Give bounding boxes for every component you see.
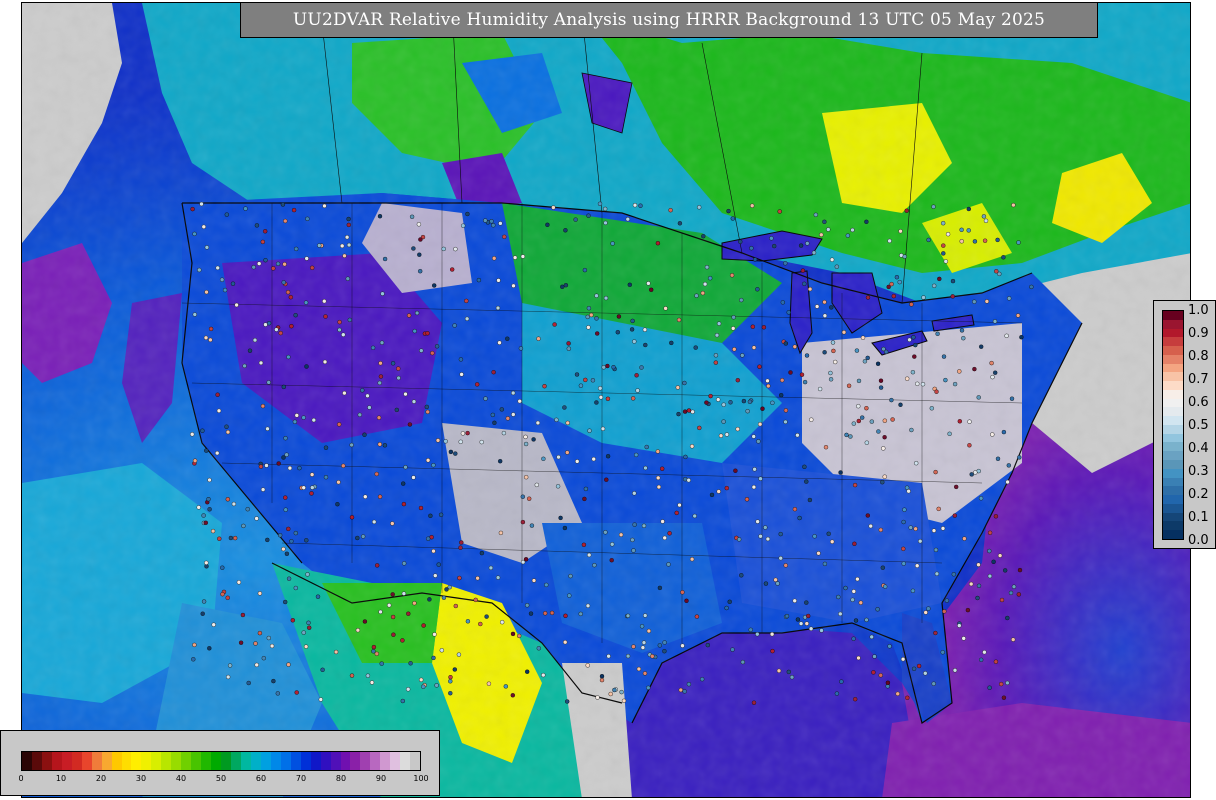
rh-colorbar-swatch — [31, 752, 42, 770]
rh-colorbar-tick: 90 — [375, 774, 387, 783]
rh-colorbar-tick: 100 — [413, 774, 429, 783]
obs-colorbar-tick: 0.9 — [1188, 326, 1209, 341]
rh-colorbar-swatch — [370, 752, 381, 770]
rh-colorbar-tick: 10 — [55, 774, 67, 783]
obs-colorbar-swatch — [1163, 477, 1183, 487]
map-canvas — [22, 3, 1190, 797]
rh-colorbar-swatch — [151, 752, 162, 770]
obs-colorbar-tick: 0.1 — [1188, 510, 1209, 525]
obs-colorbar-swatch — [1163, 346, 1183, 355]
rh-colorbar-swatch — [71, 752, 82, 770]
rh-colorbar-swatch — [161, 752, 172, 770]
rh-analysis-map — [21, 2, 1191, 798]
obs-colorbar-swatch — [1163, 311, 1183, 320]
rh-colorbar-swatch — [171, 752, 182, 770]
texture-overlay — [22, 3, 1190, 797]
rh-colorbar-swatch — [380, 752, 391, 770]
rh-colorbar-tick: 80 — [335, 774, 347, 783]
obs-colorbar-swatch — [1163, 381, 1183, 390]
obs-colorbar-swatch — [1163, 354, 1183, 364]
obs-colorbar-swatch — [1163, 460, 1183, 469]
rh-colorbar-swatch — [290, 752, 301, 770]
rh-colorbar-tick: 50 — [215, 774, 227, 783]
obs-colorbar-swatch — [1163, 363, 1183, 373]
obs-colorbar-swatch — [1163, 389, 1183, 399]
rh-colorbar-swatch — [250, 752, 261, 770]
rh-colorbar-swatch — [101, 752, 112, 770]
rh-colorbar-tick: 0 — [18, 774, 24, 783]
rh-colorbar-swatch — [201, 752, 212, 770]
obs-colorbar-swatch — [1163, 319, 1183, 329]
rh-colorbar-swatch — [211, 752, 222, 770]
obs-colorbar-tick: 0.8 — [1188, 349, 1209, 364]
rh-colorbar-swatch — [221, 752, 232, 770]
obs-colorbar-tick: 0.2 — [1188, 487, 1209, 502]
rh-colorbar-swatch — [340, 752, 351, 770]
rh-colorbar-swatch — [310, 752, 321, 770]
rh-colorbar-tick: 40 — [175, 774, 187, 783]
rh-colorbar-swatch — [360, 752, 371, 770]
rh-colorbar-swatch — [51, 752, 62, 770]
obs-colorbar-ramp — [1162, 310, 1184, 540]
rh-colorbar-swatch — [231, 752, 241, 770]
rh-colorbar-swatch — [240, 752, 251, 770]
rh-colorbar-swatch — [410, 752, 421, 770]
rh-colorbar-swatch — [300, 752, 311, 770]
obs-colorbar-swatch — [1163, 398, 1183, 408]
obs-colorbar-swatch — [1163, 451, 1183, 461]
obs-colorbar-swatch — [1163, 512, 1183, 522]
rh-colorbar-swatch — [260, 752, 271, 770]
obs-colorbar-tick: 0.5 — [1188, 418, 1209, 433]
rh-colorbar-swatch — [81, 752, 92, 770]
rh-colorbar-swatch — [41, 752, 52, 770]
rh-colorbar-swatch — [131, 752, 142, 770]
obs-colorbar-tick: 0.6 — [1188, 395, 1209, 410]
rh-analysis-page: UU2DVAR Relative Humidity Analysis using… — [0, 0, 1216, 800]
obs-colorbar-swatch — [1163, 495, 1183, 504]
obs-colorbar-labels: 1.0 0.9 0.8 0.7 0.6 0.5 0.4 0.3 0.2 0.1 0.0 — [1188, 301, 1216, 550]
obs-colorbar-swatch — [1163, 530, 1183, 539]
obs-colorbar-tick: 0.4 — [1188, 441, 1209, 456]
rh-colorbar-swatch — [181, 752, 192, 770]
rh-colorbar-swatch — [191, 752, 202, 770]
obs-colorbar-swatch — [1163, 486, 1183, 496]
obs-colorbar-swatch — [1163, 503, 1183, 513]
obs-colorbar-swatch — [1163, 328, 1183, 338]
obs-colorbar-swatch — [1163, 468, 1183, 478]
rh-colorbar-tick: 30 — [135, 774, 147, 783]
rh-colorbar-swatch — [91, 752, 102, 770]
rh-colorbar-tick: 70 — [295, 774, 307, 783]
map-title: UU2DVAR Relative Humidity Analysis using… — [240, 2, 1098, 38]
obs-colorbar-swatch — [1163, 433, 1183, 443]
obs-colorbar-tick: 0.7 — [1188, 372, 1209, 387]
obs-colorbar-swatch — [1163, 372, 1183, 382]
rh-colorbar-swatch — [270, 752, 281, 770]
obs-colorbar-swatch — [1163, 337, 1183, 347]
rh-colorbar-swatch — [280, 752, 291, 770]
obs-colorbar-tick: 1.0 — [1188, 303, 1209, 318]
rh-colorbar-tick: 60 — [255, 774, 267, 783]
rh-colorbar-swatch — [320, 752, 331, 770]
rh-colorbar-swatch — [61, 752, 72, 770]
obs-colorbar-swatch — [1163, 442, 1183, 452]
rh-colorbar-swatch — [350, 752, 361, 770]
rh-colorbar-swatch — [121, 752, 132, 770]
rh-colorbar-ramp — [21, 751, 421, 771]
rh-colorbar-swatch — [400, 752, 411, 770]
obs-colorbar: 1.0 0.9 0.8 0.7 0.6 0.5 0.4 0.3 0.2 0.1 0.0 — [1153, 300, 1216, 549]
rh-colorbar-swatch — [111, 752, 122, 770]
rh-colorbar-tick: 20 — [95, 774, 107, 783]
rh-colorbar-swatch — [22, 752, 32, 770]
rh-colorbar: 0 10 20 30 40 50 60 70 80 90 100 — [0, 730, 440, 796]
rh-colorbar-swatch — [390, 752, 401, 770]
obs-colorbar-swatch — [1163, 424, 1183, 434]
obs-colorbar-tick: 0.3 — [1188, 464, 1209, 479]
obs-colorbar-tick: 0.0 — [1188, 533, 1209, 548]
obs-colorbar-swatch — [1163, 416, 1183, 425]
rh-colorbar-swatch — [330, 752, 341, 770]
rh-colorbar-swatch — [141, 752, 152, 770]
obs-colorbar-swatch — [1163, 407, 1183, 417]
obs-colorbar-swatch — [1163, 521, 1183, 531]
